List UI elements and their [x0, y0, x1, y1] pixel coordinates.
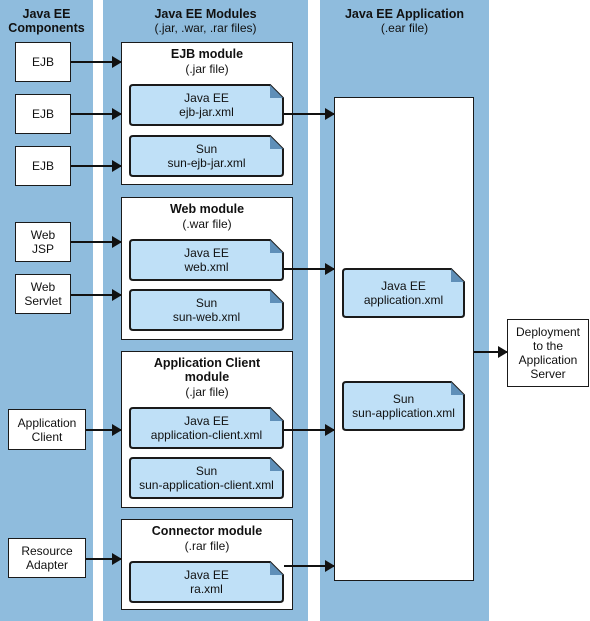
document-sun-application-xml: Sun sun-application.xml: [342, 381, 465, 431]
document-web-xml: Java EE web.xml: [129, 239, 284, 281]
component-application-client: Application Client: [8, 409, 86, 450]
component-label: Resource: [21, 544, 73, 558]
component-label: Servlet: [24, 294, 62, 308]
doc-line1: Java EE: [184, 568, 229, 582]
doc-line2: sun-web.xml: [172, 310, 241, 324]
doc-line1: Java EE: [381, 279, 426, 293]
document-ra-xml: Java EE ra.xml: [129, 561, 284, 603]
module-subtitle: (.jar file): [185, 62, 229, 76]
modules-title: Java EE Modules: [154, 7, 257, 21]
module-subtitle: (.war file): [182, 217, 232, 231]
doc-line2: application-client.xml: [150, 428, 263, 442]
arrow-servlet-to-web-module: [71, 290, 122, 300]
document-ejb-jar-xml: Java EE ejb-jar.xml: [129, 84, 284, 126]
components-title-line2: Components: [8, 21, 85, 35]
ear-application-box: [334, 97, 474, 581]
arrow-ejb2-to-ejb-module: [71, 109, 122, 119]
document-application-xml: Java EE application.xml: [342, 268, 465, 318]
arrow-ejb1-to-ejb-module: [71, 57, 122, 67]
arrow-appclient-to-client-module: [86, 425, 122, 435]
components-title-line1: Java EE: [22, 7, 71, 21]
component-label: EJB: [31, 107, 54, 121]
doc-line1: Sun: [195, 142, 218, 156]
arrow-client-module-to-ear: [284, 425, 335, 435]
component-web-jsp: Web JSP: [15, 222, 71, 262]
component-ejb-3: EJB: [15, 146, 71, 186]
document-sun-application-client-xml: Sun sun-application-client.xml: [129, 457, 284, 499]
module-title: Application Client: [153, 356, 261, 370]
module-title-line2: module: [184, 370, 230, 384]
document-sun-web-xml: Sun sun-web.xml: [129, 289, 284, 331]
doc-line2: ejb-jar.xml: [179, 105, 234, 119]
component-label: EJB: [31, 159, 54, 173]
doc-line1: Java EE: [184, 91, 229, 105]
arrow-jsp-to-web-module: [71, 237, 122, 247]
component-label: Web: [30, 228, 56, 242]
component-web-servlet: Web Servlet: [15, 274, 71, 314]
arrow-ear-to-deployment: [474, 347, 508, 357]
arrow-ejb3-to-ejb-module: [71, 161, 122, 171]
arrow-adapter-to-connector-module: [86, 554, 122, 564]
deployment-line3: Application: [518, 353, 578, 367]
component-label: EJB: [31, 55, 54, 69]
document-sun-ejb-jar-xml: Sun sun-ejb-jar.xml: [129, 135, 284, 177]
module-subtitle: (.jar file): [185, 385, 229, 399]
document-application-client-xml: Java EE application-client.xml: [129, 407, 284, 449]
deployment-box: Deployment to the Application Server: [507, 319, 589, 387]
doc-line2: ra.xml: [190, 582, 223, 596]
doc-line2: web.xml: [184, 260, 229, 274]
doc-line2: sun-application-client.xml: [139, 478, 274, 492]
doc-line1: Sun: [392, 392, 415, 406]
arrow-ejb-module-to-ear: [284, 109, 335, 119]
application-title: Java EE Application: [344, 7, 465, 21]
deployment-line4: Server: [530, 367, 566, 381]
deployment-line2: to the: [532, 339, 564, 353]
doc-line1: Sun: [195, 296, 218, 310]
component-label: JSP: [31, 242, 54, 256]
component-label: Web: [30, 280, 56, 294]
deployment-line1: Deployment: [515, 325, 581, 339]
doc-line1: Java EE: [184, 246, 229, 260]
component-label: Application: [17, 415, 77, 430]
arrow-connector-module-to-ear: [284, 561, 335, 571]
doc-line2: sun-application.xml: [352, 406, 455, 420]
module-title: Web module: [169, 202, 245, 216]
module-title: EJB module: [170, 47, 244, 61]
arrow-web-module-to-ear: [284, 264, 335, 274]
component-ejb-1: EJB: [15, 42, 71, 82]
application-subtitle: (.ear file): [380, 21, 429, 35]
component-ejb-2: EJB: [15, 94, 71, 134]
component-label: Client: [31, 429, 63, 444]
component-resource-adapter: Resource Adapter: [8, 538, 86, 578]
doc-line1: Java EE: [184, 414, 229, 428]
module-subtitle: (.rar file): [184, 539, 230, 553]
modules-subtitle: (.jar, .war, .rar files): [154, 21, 257, 35]
doc-line1: Sun: [195, 464, 218, 478]
component-label: Adapter: [25, 558, 69, 572]
module-title: Connector module: [151, 524, 263, 538]
doc-line2: application.xml: [363, 293, 444, 307]
doc-line2: sun-ejb-jar.xml: [167, 156, 246, 170]
